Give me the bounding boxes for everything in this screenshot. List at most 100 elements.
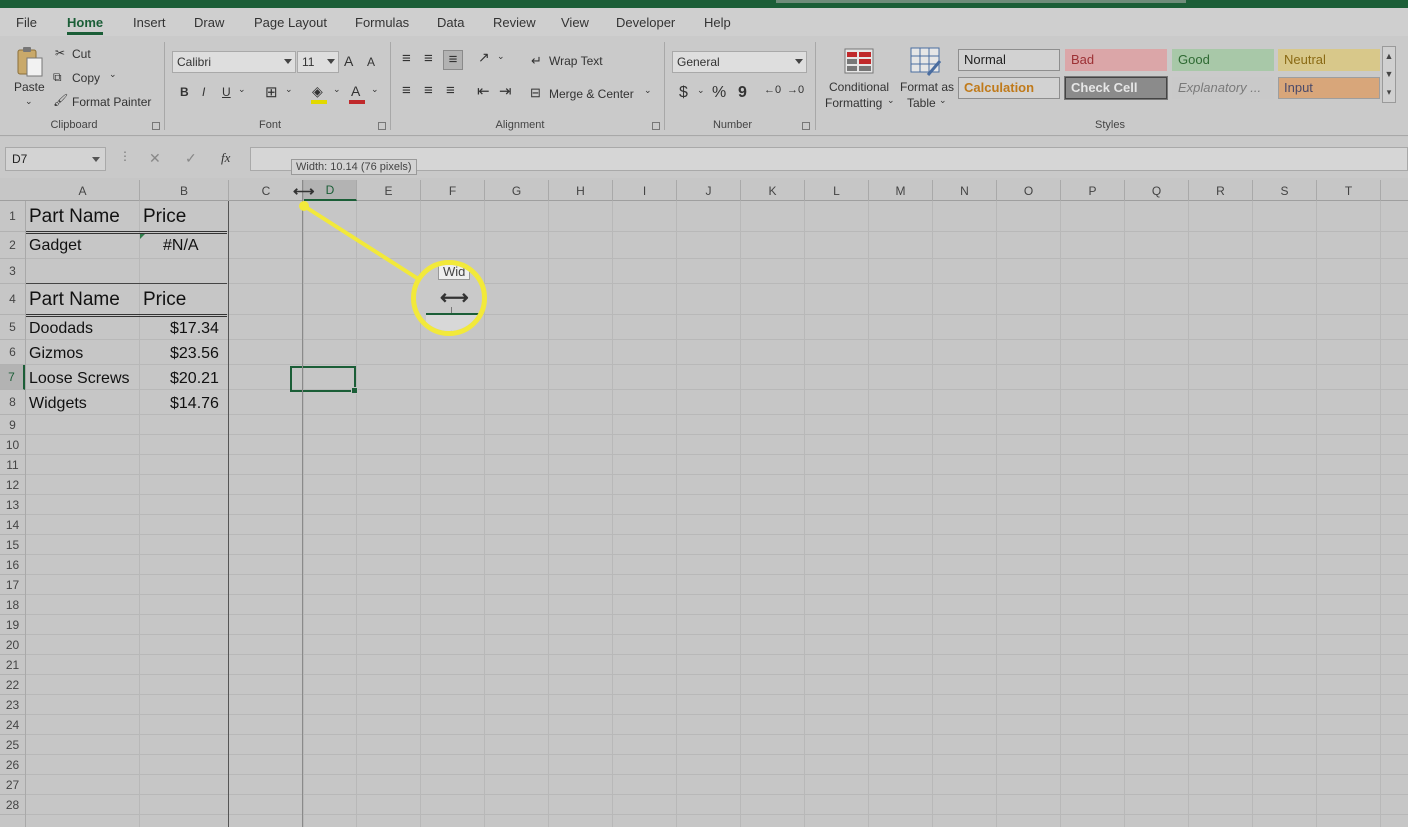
style-good[interactable]: Good [1172,49,1274,71]
underline-dropdown-icon[interactable]: ⌄ [238,84,246,95]
align-right-icon[interactable]: ≡ [446,82,455,99]
copy-button[interactable]: Copy [72,71,100,85]
paste-button[interactable]: Paste ⌄ [10,44,50,110]
column-header-e[interactable]: E [357,180,421,201]
row-header-17[interactable]: 17 [0,575,25,595]
copy-dropdown-icon[interactable]: ⌄ [109,69,117,80]
row-header-15[interactable]: 15 [0,535,25,555]
tab-developer[interactable]: Developer [616,15,675,30]
style-explanatory[interactable]: Explanatory ... [1172,77,1274,99]
row-header-25[interactable]: 25 [0,735,25,755]
row-header-20[interactable]: 20 [0,635,25,655]
column-header-h[interactable]: H [549,180,613,201]
bold-button[interactable]: B [180,85,189,99]
font-size-combo[interactable]: 11 [297,51,339,73]
row-header-14[interactable]: 14 [0,515,25,535]
cell-b6[interactable]: $23.56 [170,345,219,363]
style-calculation[interactable]: Calculation [958,77,1060,99]
row-header-3[interactable]: 3 [0,259,25,284]
column-header-j[interactable]: J [677,180,741,201]
row-header-7[interactable]: 7 [0,365,25,390]
row-header-12[interactable]: 12 [0,475,25,495]
borders-dropdown-icon[interactable]: ⌄ [285,84,293,95]
cell-a6[interactable]: Gizmos [29,345,83,363]
tab-formulas[interactable]: Formulas [355,15,409,30]
font-launcher-icon[interactable] [378,122,386,130]
merge-center-button[interactable]: Merge & Center [549,87,634,101]
comma-button[interactable]: 9 [738,84,747,102]
number-format-combo[interactable]: General [672,51,807,73]
row-header-11[interactable]: 11 [0,455,25,475]
tab-file[interactable]: File [16,15,37,30]
decrease-indent-icon[interactable]: ⇤ [477,82,490,100]
style-normal[interactable]: Normal [958,49,1060,71]
insert-function-button[interactable]: fx [221,150,230,166]
decrease-decimal-icon[interactable]: →0 [787,84,804,96]
tab-page-layout[interactable]: Page Layout [254,15,327,30]
cell-a1[interactable]: Part Name [29,206,120,228]
grow-font-button[interactable]: A [344,53,353,69]
row-header-16[interactable]: 16 [0,555,25,575]
tab-help[interactable]: Help [704,15,731,30]
column-header-k[interactable]: K [741,180,805,201]
underline-button[interactable]: U [222,85,231,99]
row-header-13[interactable]: 13 [0,495,25,515]
row-header-6[interactable]: 6 [0,340,25,365]
orientation-dropdown-icon[interactable]: ⌄ [497,51,505,62]
column-header-t[interactable]: T [1317,180,1381,201]
column-header-p[interactable]: P [1061,180,1125,201]
row-header-23[interactable]: 23 [0,695,25,715]
row-header-19[interactable]: 19 [0,615,25,635]
cell-b2[interactable]: #N/A [163,237,199,255]
row-header-22[interactable]: 22 [0,675,25,695]
row-header-8[interactable]: 8 [0,390,25,415]
cell-a8[interactable]: Widgets [29,395,87,413]
row-header-24[interactable]: 24 [0,715,25,735]
currency-dropdown-icon[interactable]: ⌄ [697,85,705,96]
cell-b4[interactable]: Price [143,289,186,311]
format-as-table-button[interactable]: Format as Table ⌄ [898,44,956,118]
row-header-27[interactable]: 27 [0,775,25,795]
font-name-combo[interactable]: Calibri [172,51,296,73]
style-bad[interactable]: Bad [1065,49,1167,71]
enter-icon[interactable]: ✓ [185,150,197,167]
column-header-l[interactable]: L [805,180,869,201]
style-check-cell[interactable]: Check Cell [1064,76,1168,100]
paste-dropdown-icon[interactable]: ⌄ [25,96,33,107]
style-neutral[interactable]: Neutral [1278,49,1380,71]
cell-b8[interactable]: $14.76 [170,395,219,413]
formula-input[interactable] [250,147,1408,171]
align-left-icon[interactable]: ≡ [402,82,411,99]
alignment-launcher-icon[interactable] [652,122,660,130]
align-bottom-icon[interactable]: ≡ [443,50,463,70]
column-header-n[interactable]: N [933,180,997,201]
worksheet-grid[interactable]: Part Name Price Gadget #N/A Part Name Pr… [26,201,1408,827]
row-header-18[interactable]: 18 [0,595,25,615]
borders-icon[interactable]: ⊞ [265,83,278,101]
active-cell-selection[interactable] [290,366,358,394]
fill-dropdown-icon[interactable]: ⌄ [333,84,341,95]
scroll-down-icon[interactable]: ▼ [1383,65,1395,83]
align-top-icon[interactable]: ≡ [402,50,411,67]
cell-b7[interactable]: $20.21 [170,370,219,388]
tab-draw[interactable]: Draw [194,15,224,30]
font-color-button[interactable]: A [351,83,360,99]
row-header-1[interactable]: 1 [0,201,25,232]
format-painter-button[interactable]: Format Painter [72,95,151,109]
scroll-up-icon[interactable]: ▲ [1383,47,1395,65]
conditional-formatting-button[interactable]: Conditional Formatting ⌄ [822,44,896,118]
cell-a7[interactable]: Loose Screws [29,370,130,388]
column-header-m[interactable]: M [869,180,933,201]
column-header-r[interactable]: R [1189,180,1253,201]
column-header-g[interactable]: G [485,180,549,201]
column-header-i[interactable]: I [613,180,677,201]
fill-color-icon[interactable]: ◈ [312,83,323,100]
styles-gallery-scroller[interactable]: ▲ ▼ ▾ [1382,46,1396,103]
name-box[interactable]: D7 [5,147,106,171]
currency-button[interactable]: $ [679,84,688,102]
cell-b1[interactable]: Price [143,206,186,228]
cell-a2[interactable]: Gadget [29,237,81,255]
number-launcher-icon[interactable] [802,122,810,130]
column-header-o[interactable]: O [997,180,1061,201]
align-middle-icon[interactable]: ≡ [424,50,433,67]
